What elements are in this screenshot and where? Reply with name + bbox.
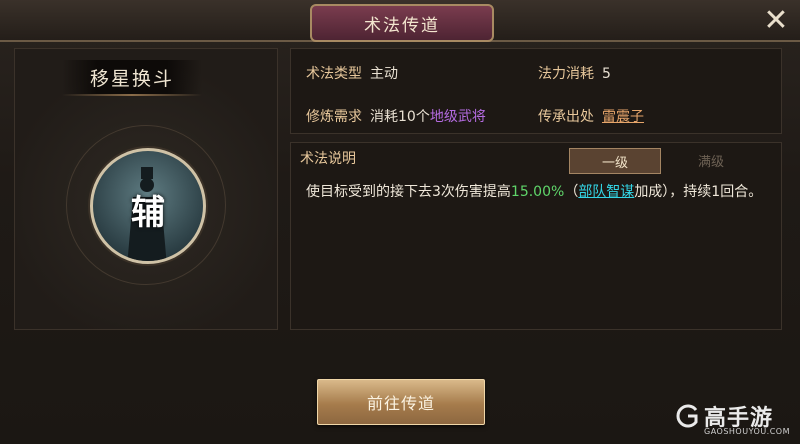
cost-label: 法力消耗 <box>538 66 594 82</box>
watermark: 高手游 GAOSHOUYOU.COM <box>676 400 794 440</box>
close-icon: ✕ <box>763 2 789 38</box>
desc-part-1: 使目标受到的接下去3次伤害提高 <box>306 184 511 200</box>
role-char: 辅 <box>131 193 165 233</box>
req-item: 地级武将 <box>429 109 486 125</box>
description-text: 使目标受到的接下去3次伤害提高15.00%（部队智谋加成），持续1回合。 <box>306 180 776 204</box>
cost-value: 5 <box>602 66 611 82</box>
desc-part-3: 加成），持续1回合。 <box>634 184 763 200</box>
description-title: 术法说明 <box>300 151 356 167</box>
tab-level-max[interactable]: 满级 <box>666 148 756 172</box>
skill-portrait: 辅 <box>90 148 206 264</box>
req-label: 修炼需求 <box>306 109 362 125</box>
source-link[interactable]: 雷震子 <box>602 109 644 125</box>
desc-link[interactable]: 部队智谋 <box>578 184 634 200</box>
desc-part-2: （ <box>564 184 579 200</box>
divider <box>62 94 202 96</box>
source-label: 传承出处 <box>538 109 594 125</box>
req-prefix: 消耗10个 <box>370 109 430 125</box>
tab-level-1[interactable]: 一级 <box>569 148 661 174</box>
watermark-subtext: GAOSHOUYOU.COM <box>704 427 791 436</box>
close-button[interactable]: ✕ <box>760 2 792 38</box>
desc-percent: 15.00% <box>510 184 565 200</box>
logo-icon <box>676 404 698 428</box>
cost-row: 法力消耗 5 <box>538 63 611 83</box>
type-label: 术法类型 <box>306 66 362 82</box>
requirement-row: 修炼需求 消耗10个地级武将 <box>306 106 486 126</box>
dialog-title: 术法传道 <box>310 4 494 42</box>
skill-name: 移星换斗 <box>62 60 202 94</box>
source-row: 传承出处 雷震子 <box>538 106 644 126</box>
type-value: 主动 <box>370 66 398 82</box>
skill-type-row: 术法类型 主动 <box>306 63 398 83</box>
go-transmit-button[interactable]: 前往传道 <box>317 379 485 425</box>
